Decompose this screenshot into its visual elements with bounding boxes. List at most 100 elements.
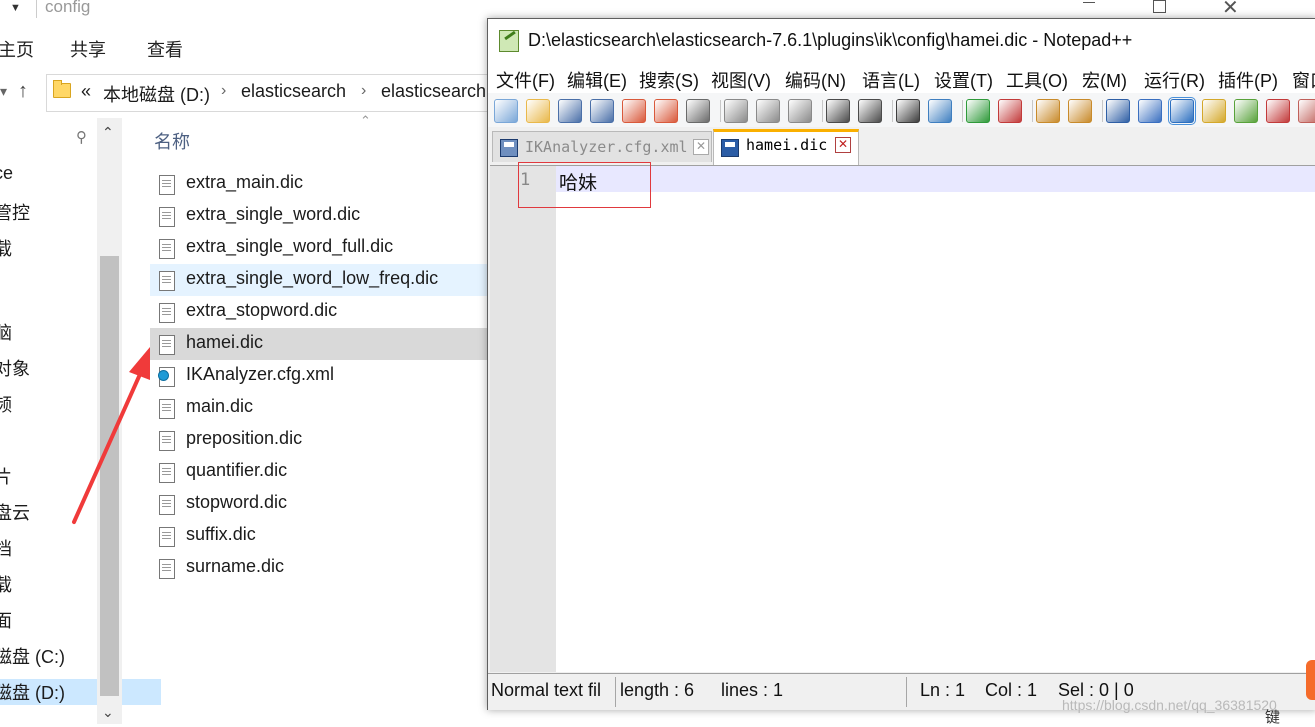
nav-item[interactable]: 面 xyxy=(0,607,12,633)
menu-window[interactable]: 窗口 xyxy=(1292,67,1315,93)
nav-item[interactable]: 载 xyxy=(0,571,12,597)
file-name: IKAnalyzer.cfg.xml xyxy=(186,364,335,384)
file-row[interactable]: quantifier.dic xyxy=(150,456,490,488)
save-icon[interactable] xyxy=(558,99,582,123)
menu-run[interactable]: 运行(R) xyxy=(1144,67,1205,93)
file-name: extra_single_word.dic xyxy=(186,204,361,224)
replace-icon[interactable] xyxy=(928,99,952,123)
menu-macro[interactable]: 宏(M) xyxy=(1082,67,1127,93)
indent-guide-icon[interactable] xyxy=(1168,97,1196,125)
folder-workspace-icon[interactable] xyxy=(1298,99,1315,123)
file-row[interactable]: extra_single_word.dic xyxy=(150,200,490,232)
saved-file-icon xyxy=(500,139,518,157)
file-row[interactable]: stopword.dic xyxy=(150,488,490,520)
close-all-icon[interactable] xyxy=(654,99,678,123)
status-length: length : 6 xyxy=(620,680,695,700)
watermark: https://blog.csdn.net/qq_36381520 xyxy=(1062,697,1277,713)
current-line-highlight xyxy=(556,166,1315,192)
zoom-out-icon[interactable] xyxy=(998,99,1022,123)
file-name: extra_single_word_full.dic xyxy=(186,236,394,256)
file-row[interactable]: extra_main.dic xyxy=(150,168,490,200)
menu-file[interactable]: 文件(F) xyxy=(496,67,555,93)
text-editor[interactable]: 1 哈妹 xyxy=(490,162,1315,672)
breadcrumb-chevron-icon[interactable]: › xyxy=(361,82,366,100)
redo-icon[interactable] xyxy=(858,99,882,123)
status-col: Col : 1 xyxy=(985,680,1038,700)
toolbar-separator xyxy=(822,100,823,122)
tab-label: IKAnalyzer.cfg.xml xyxy=(525,138,688,156)
menu-edit[interactable]: 编辑(E) xyxy=(567,67,627,93)
breadcrumb-elasticsearch[interactable]: elasticsearch xyxy=(241,81,346,102)
status-lines: lines : 1 xyxy=(721,680,784,700)
side-badge xyxy=(1306,660,1315,700)
copy-icon[interactable] xyxy=(756,99,780,123)
nav-item-drive-d[interactable]: 磁盘 (D:) xyxy=(0,679,161,705)
macro-record-icon[interactable] xyxy=(1266,99,1290,123)
toolbar-separator xyxy=(892,100,893,122)
menu-settings[interactable]: 设置(T) xyxy=(934,67,993,93)
file-name: extra_main.dic xyxy=(186,172,304,192)
find-icon[interactable] xyxy=(896,99,920,123)
breadcrumb-chevron-icon[interactable]: › xyxy=(221,82,226,100)
show-all-chars-icon[interactable] xyxy=(1138,99,1162,123)
file-row[interactable]: suffix.dic xyxy=(150,520,490,552)
toolbar-separator xyxy=(962,100,963,122)
open-file-icon[interactable] xyxy=(526,99,550,123)
file-row[interactable]: surname.dic xyxy=(150,552,490,584)
cut-icon[interactable] xyxy=(724,99,748,123)
file-name: surname.dic xyxy=(186,556,285,576)
function-list-icon[interactable] xyxy=(1234,99,1258,123)
menu-search[interactable]: 搜索(S) xyxy=(639,67,699,93)
npp-titlebar: D:\elasticsearch\elasticsearch-7.6.1\plu… xyxy=(488,19,1315,63)
file-name: stopword.dic xyxy=(186,492,288,512)
saved-file-icon xyxy=(721,139,739,157)
status-separator xyxy=(615,677,616,707)
nav-item-drive-c[interactable]: 磁盘 (C:) xyxy=(0,643,65,669)
file-name: extra_single_word_low_freq.dic xyxy=(186,268,439,288)
toolbar-separator xyxy=(720,100,721,122)
zoom-in-icon[interactable] xyxy=(966,99,990,123)
undo-icon[interactable] xyxy=(826,99,850,123)
tab-ikanalyzer-cfg-xml[interactable]: IKAnalyzer.cfg.xml ✕ xyxy=(492,131,712,162)
tab-hamei-dic[interactable]: hamei.dic ✕ xyxy=(713,129,859,166)
maximize-icon[interactable] xyxy=(1153,0,1166,13)
npp-toolbar xyxy=(488,93,1315,128)
file-row[interactable]: preposition.dic xyxy=(150,424,490,456)
file-row[interactable]: extra_single_word_low_freq.dic xyxy=(150,264,490,296)
file-row[interactable]: extra_stopword.dic xyxy=(150,296,490,328)
breadcrumb-elasticsearch-2[interactable]: elasticsearch xyxy=(381,81,486,102)
toolbar-separator xyxy=(1102,100,1103,122)
menu-encoding[interactable]: 编码(N) xyxy=(785,67,846,93)
sync-horizontal-icon[interactable] xyxy=(1068,99,1092,123)
scroll-down-icon[interactable]: ⌄ xyxy=(102,704,114,721)
status-separator xyxy=(906,677,907,707)
print-icon[interactable] xyxy=(686,99,710,123)
minimize-icon[interactable] xyxy=(1083,2,1095,3)
file-row[interactable]: extra_single_word_full.dic xyxy=(150,232,490,264)
tab-close-icon[interactable]: ✕ xyxy=(693,139,709,155)
file-row[interactable]: hamei.dic xyxy=(150,328,490,360)
file-row[interactable]: IKAnalyzer.cfg.xml xyxy=(150,360,490,392)
new-file-icon[interactable] xyxy=(494,99,518,123)
line-number-gutter: 1 xyxy=(490,166,556,672)
close-icon[interactable] xyxy=(622,99,646,123)
npp-menubar: 文件(F) 编辑(E) 搜索(S) 视图(V) 编码(N) 语言(L) 设置(T… xyxy=(488,63,1315,93)
status-ln: Ln : 1 xyxy=(920,680,966,700)
menu-view[interactable]: 视图(V) xyxy=(711,67,771,93)
tab-close-icon[interactable]: ✕ xyxy=(835,137,851,153)
menu-tools[interactable]: 工具(O) xyxy=(1006,67,1068,93)
file-name: quantifier.dic xyxy=(186,460,288,480)
tab-label: hamei.dic xyxy=(746,136,828,154)
close-icon[interactable]: ✕ xyxy=(1222,0,1239,20)
document-map-icon[interactable] xyxy=(1202,99,1226,123)
save-all-icon[interactable] xyxy=(590,99,614,123)
paste-icon[interactable] xyxy=(788,99,812,123)
text-file-icon xyxy=(159,559,175,579)
menu-language[interactable]: 语言(L) xyxy=(862,67,920,93)
file-row[interactable]: main.dic xyxy=(150,392,490,424)
status-document-type: Normal text fil xyxy=(491,680,602,700)
toolbar-separator xyxy=(1032,100,1033,122)
menu-plugins[interactable]: 插件(P) xyxy=(1218,67,1278,93)
sync-vertical-icon[interactable] xyxy=(1036,99,1060,123)
word-wrap-icon[interactable] xyxy=(1106,99,1130,123)
